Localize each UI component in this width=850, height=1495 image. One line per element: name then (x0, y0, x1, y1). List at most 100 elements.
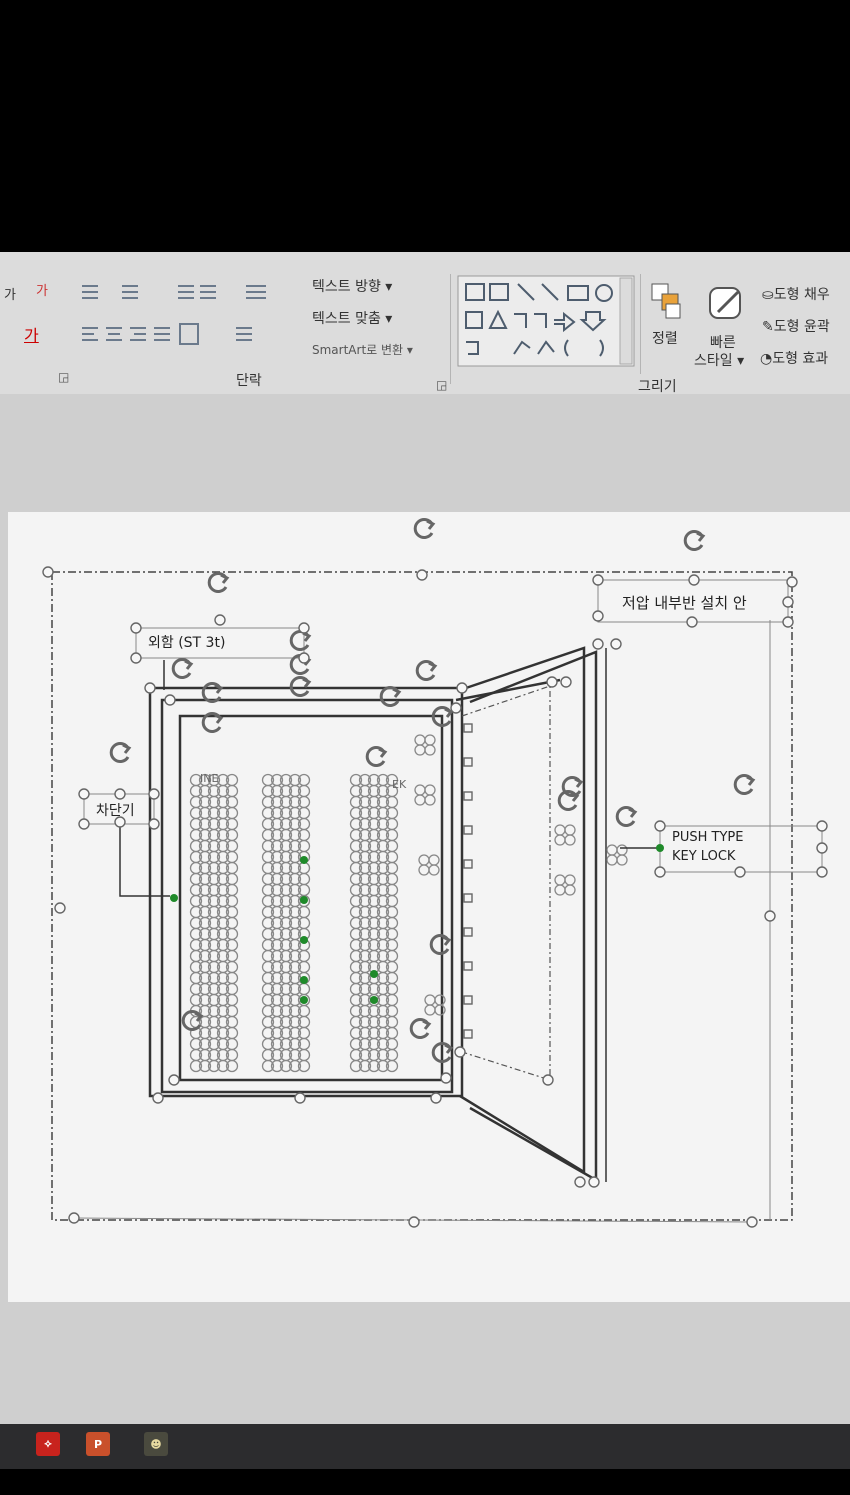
side-handle (463, 825, 473, 835)
hinge-handle (606, 854, 618, 866)
resize-handle (214, 614, 226, 626)
rotation-arrow (426, 519, 436, 530)
hinge-handle (564, 874, 576, 886)
resize-handle (298, 652, 310, 664)
side-handle (463, 893, 473, 903)
resize-handle (686, 616, 698, 628)
adjust-handle (300, 996, 308, 1004)
hinge-handle (616, 854, 628, 866)
resize-handle (592, 574, 604, 586)
hinge-handle (424, 794, 436, 806)
rotation-arrow (392, 687, 402, 698)
adjust-handle (300, 936, 308, 944)
powerpoint-icon[interactable]: P (86, 1432, 110, 1456)
side-handle (463, 961, 473, 971)
hinge-handle (554, 884, 566, 896)
resize-handle (408, 1216, 420, 1228)
resize-handle (148, 818, 160, 830)
adjust-handle (170, 894, 178, 902)
exterior-label[interactable]: 외함 (ST 3t) (148, 632, 225, 652)
hinge-handle (564, 884, 576, 896)
resize-handle (298, 622, 310, 634)
side-handle (463, 723, 473, 733)
rotation-arrow (422, 1019, 432, 1030)
resize-handle (144, 682, 156, 694)
resize-handle (78, 818, 90, 830)
rotation-arrow (428, 661, 438, 672)
resize-handle (816, 820, 828, 832)
rotation-arrow (442, 935, 452, 946)
hinge-handle (414, 784, 426, 796)
hinge-handle (418, 864, 430, 876)
resize-handle (592, 638, 604, 650)
side-handle (463, 1029, 473, 1039)
adjust-handle (300, 976, 308, 984)
resize-handle (430, 1092, 442, 1104)
rotation-arrow (214, 713, 224, 724)
keylock-label-2[interactable]: KEY LOCK (672, 849, 735, 864)
resize-handle (78, 788, 90, 800)
rotation-arrow (122, 743, 132, 754)
resize-handle (746, 1216, 758, 1228)
hinge-handle (424, 734, 436, 746)
keylock-label-1[interactable]: PUSH TYPE (672, 830, 743, 845)
resize-handle (54, 902, 66, 914)
resize-handle (450, 702, 462, 714)
resize-handle (168, 1074, 180, 1086)
hinge-handle (554, 834, 566, 846)
adjust-handles (170, 844, 664, 1004)
install-label[interactable]: 저압 내부반 설치 안 (622, 592, 747, 613)
side-handle (463, 859, 473, 869)
adjust-handle (656, 844, 664, 852)
resize-handle (546, 676, 558, 688)
resize-handle (764, 910, 776, 922)
resize-handle (152, 1092, 164, 1104)
side-handle (463, 757, 473, 767)
hinge-handle (554, 874, 566, 886)
resize-handle (574, 1176, 586, 1188)
resize-handle (782, 616, 794, 628)
resize-handle (456, 682, 468, 694)
rotation-arrow (746, 775, 756, 786)
hinge-handle (428, 864, 440, 876)
hinge-handle (414, 734, 426, 746)
rotation-arrow (444, 1043, 454, 1054)
hinge-handle (424, 744, 436, 756)
resize-handle (786, 576, 798, 588)
diagram-drawing[interactable] (0, 0, 850, 1495)
rotation-arrow (628, 807, 638, 818)
resize-handle (592, 610, 604, 622)
resize-handle (148, 788, 160, 800)
resize-handle (610, 638, 622, 650)
hinge-handle (554, 824, 566, 836)
resize-handle (542, 1074, 554, 1086)
rotation-arrow (574, 777, 584, 788)
monitor-bezel (0, 1469, 850, 1495)
hinge-handle (424, 1004, 436, 1016)
pdf-icon[interactable]: ⟡ (36, 1432, 60, 1456)
resize-handle (454, 1046, 466, 1058)
rotation-arrow (444, 707, 454, 718)
ppt-icon-letter: P (93, 1437, 103, 1451)
resize-handle (68, 1212, 80, 1224)
resize-handle (294, 1092, 306, 1104)
resize-handle (114, 788, 126, 800)
cabinet-door (455, 646, 607, 1183)
hinge-handle (564, 824, 576, 836)
app-icon[interactable]: ☻ (144, 1432, 168, 1456)
hinge-handle (424, 994, 436, 1006)
resize-handle (654, 820, 666, 832)
hinge-handle (414, 744, 426, 756)
hinge-handle (564, 834, 576, 846)
rotation-arrow (302, 677, 312, 688)
breaker-columns (189, 734, 628, 1073)
rotation-arrow (696, 531, 706, 542)
resize-handle (560, 676, 572, 688)
resize-handle (734, 866, 746, 878)
hinge-handle (424, 784, 436, 796)
rotation-arrow (184, 659, 194, 670)
resize-handle (416, 569, 428, 581)
resize-handle (816, 866, 828, 878)
rotation-arrow (378, 747, 388, 758)
breaker-label[interactable]: 차단기 (96, 800, 135, 820)
